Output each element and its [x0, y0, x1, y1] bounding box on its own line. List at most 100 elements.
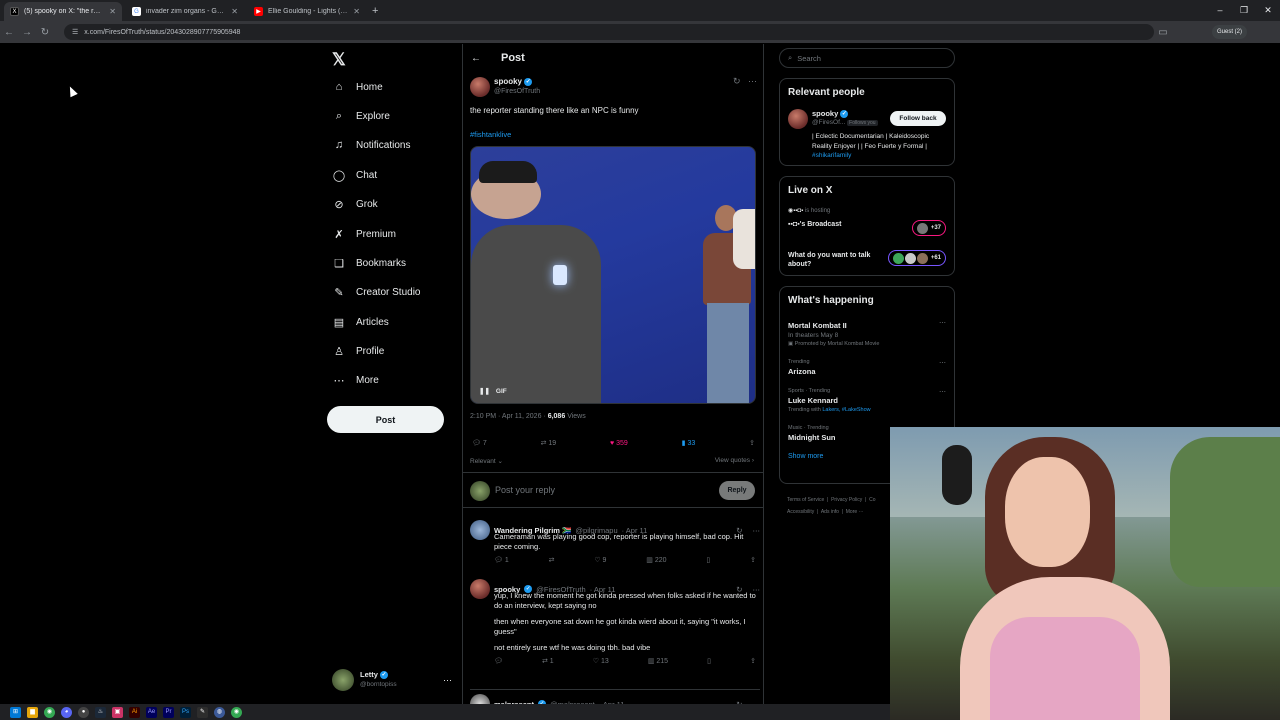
steam-icon[interactable]: ♨	[95, 706, 106, 718]
live-participants-2[interactable]: +61	[887, 250, 946, 266]
maximize-icon[interactable]: ❐	[1232, 0, 1256, 21]
chrome-icon[interactable]: ◉	[231, 706, 242, 718]
sort-replies[interactable]: Relevant ⌄	[470, 457, 503, 465]
nav-item-notifications[interactable]: ♫ Notifications	[333, 139, 411, 151]
close-tab-icon[interactable]: ✕	[231, 7, 238, 16]
share-icon[interactable]: ⇪	[750, 556, 756, 564]
more-icon[interactable]: ⋯	[748, 76, 757, 87]
close-window-icon[interactable]: ✕	[1256, 0, 1280, 21]
reply-button[interactable]: Reply	[719, 481, 755, 500]
bookmark-action[interactable]: ▮ 33	[682, 439, 696, 447]
browser-tab-youtube[interactable]: ▶ Ellie Goulding - Lights (Bassno ✕	[248, 2, 366, 21]
post-timestamp[interactable]: 2:10 PM · Apr 11, 2026 ·	[470, 413, 546, 420]
terms-link[interactable]: Terms of Service	[787, 497, 824, 503]
search-input[interactable]: ⌕ Search	[779, 48, 955, 68]
back-arrow-icon[interactable]: ←	[471, 53, 481, 64]
repost-action[interactable]: ⇄ 19	[541, 439, 557, 447]
after-effects-icon[interactable]: Ae	[146, 706, 157, 718]
chrome-icon[interactable]: ◉	[44, 706, 55, 718]
like-action[interactable]: ♡ 13	[593, 657, 609, 665]
obs-icon[interactable]: ●	[78, 706, 89, 718]
minimize-icon[interactable]: –	[1208, 0, 1232, 21]
windows-start-icon[interactable]: ⊞	[10, 706, 21, 718]
more-icon[interactable]: ⋯	[443, 675, 452, 686]
photoshop-icon[interactable]: Ps	[180, 706, 191, 718]
reply-action[interactable]: 💬︎ 7	[472, 439, 487, 447]
nav-item-bookmarks[interactable]: ❑ Bookmarks	[333, 257, 406, 270]
post-button[interactable]: Post	[327, 406, 444, 433]
live-host-row[interactable]: ◉▪▪◘▪ is hosting	[788, 207, 830, 214]
reload-icon[interactable]: ↻	[36, 27, 54, 38]
nav-item-more[interactable]: ⋯ More	[333, 374, 379, 387]
relevant-person[interactable]: spooky ✓ @FiresOf... Follows you	[788, 109, 878, 129]
back-icon[interactable]: ←	[0, 27, 18, 38]
trend-item[interactable]: Mortal Kombat II In theaters May 8 ▣ Pro…	[780, 316, 954, 350]
post-hashtag[interactable]: #fishtanklive	[470, 130, 511, 139]
sidebar-icon[interactable]: ▭	[1154, 27, 1172, 38]
premiere-icon[interactable]: Pr	[163, 706, 174, 718]
app-icon[interactable]: ◍	[214, 706, 225, 718]
grok-icon[interactable]: ↻	[733, 76, 741, 87]
post-author[interactable]: spooky ✓ @FiresOfTruth	[470, 77, 540, 97]
bookmark-icon[interactable]: ▯	[707, 657, 711, 665]
browser-tab-x[interactable]: X (5) spooky on X: "the reporter ✕	[4, 2, 122, 21]
views-action[interactable]: ▥ 220	[646, 556, 666, 564]
reply-item[interactable]: Wandering Pilgrim 🇿🇦 @pilgrimapu · Apr 1…	[470, 520, 760, 564]
discord-icon[interactable]: ◕	[61, 706, 72, 718]
x-logo-icon[interactable]: 𝕏	[332, 50, 346, 70]
nav-item-articles[interactable]: ▤ Articles	[333, 316, 389, 329]
new-tab-icon[interactable]: +	[372, 2, 378, 21]
nav-item-grok[interactable]: ⊘ Grok	[333, 198, 377, 211]
illustrator-icon[interactable]: Ai	[129, 706, 140, 718]
share-icon[interactable]: ⇪	[750, 657, 756, 665]
file-explorer-icon[interactable]: ▆	[27, 706, 38, 718]
nav-item-creator-studio[interactable]: ✎ Creator Studio	[333, 286, 420, 299]
cookie-link[interactable]: Co	[869, 497, 875, 503]
repost-action[interactable]: ⇄	[549, 556, 555, 564]
trend-item[interactable]: Trending Arizona ⋯	[780, 356, 954, 379]
close-tab-icon[interactable]: ✕	[109, 7, 116, 16]
repost-action[interactable]: ⇄ 1	[542, 657, 554, 665]
reply-action[interactable]: 💬︎ 1	[494, 556, 509, 564]
browser-tab-google[interactable]: G invader zim organs - Google Se ✕	[126, 2, 244, 21]
more-icon[interactable]: ⋯	[753, 526, 761, 535]
app-icon[interactable]: ▣	[112, 706, 123, 718]
accessibility-link[interactable]: Accessibility	[787, 509, 814, 515]
pen-tool-icon[interactable]: ✎	[197, 706, 208, 718]
privacy-link[interactable]: Privacy Policy	[831, 497, 862, 503]
live-participants-1[interactable]: +37	[911, 220, 946, 236]
view-quotes-link[interactable]: View quotes ›	[715, 457, 754, 464]
close-tab-icon[interactable]: ✕	[353, 7, 360, 16]
more-icon[interactable]: ⋯	[939, 359, 946, 367]
follow-back-button[interactable]: Follow back	[890, 111, 946, 126]
like-action[interactable]: ♥ 359	[610, 440, 628, 447]
more-icon[interactable]: ⋯	[939, 388, 946, 396]
live-broadcast-title[interactable]: ▪▪◘▪'s Broadcast	[788, 221, 841, 228]
nav-item-explore[interactable]: ⌕ Explore	[333, 110, 390, 122]
nav-item-home[interactable]: ⌂ Home	[333, 81, 383, 93]
ads-info-link[interactable]: Ads info	[821, 509, 839, 515]
reply-action[interactable]: 💬︎	[494, 657, 503, 665]
live-topic[interactable]: What do you want to talk about?	[788, 251, 883, 269]
post-media-gif[interactable]: ❚❚ GIF	[470, 146, 756, 404]
media-controls[interactable]: ❚❚ GIF	[479, 387, 507, 396]
nav-item-profile[interactable]: ♙ Profile	[333, 345, 384, 358]
forward-icon[interactable]: →	[18, 27, 36, 38]
like-action[interactable]: ♡ 9	[594, 556, 606, 564]
site-info-icon[interactable]: ☰	[72, 28, 78, 36]
views-action[interactable]: ▥ 215	[648, 657, 668, 665]
trend-item[interactable]: Sports · Trending Luke Kennard Trending …	[780, 385, 954, 416]
nav-item-chat[interactable]: ◯ Chat	[333, 169, 377, 182]
account-switcher[interactable]: Letty ✓ @borntopiss ⋯	[332, 668, 452, 692]
person-bio-hashtag[interactable]: #shikarifamily	[812, 152, 851, 159]
nav-item-premium[interactable]: ✗ Premium	[333, 228, 396, 241]
reply-item[interactable]: spooky ✓ @FiresOfTruth · Apr 11 ↻ ⋯ yup,…	[470, 579, 760, 665]
address-bar[interactable]: ☰ x.com/FiresOfTruth/status/204302890777…	[64, 24, 1154, 40]
trending-with-tags[interactable]: Lakers, #LakeShow	[822, 407, 870, 413]
more-icon[interactable]: ⋯	[939, 319, 946, 327]
pause-icon[interactable]: ❚❚	[479, 387, 490, 395]
share-icon[interactable]: ⇪	[749, 439, 755, 447]
profile-button[interactable]: Guest (2)	[1212, 25, 1248, 39]
bookmark-icon[interactable]: ▯	[706, 556, 710, 564]
more-link[interactable]: More ···	[846, 509, 864, 515]
